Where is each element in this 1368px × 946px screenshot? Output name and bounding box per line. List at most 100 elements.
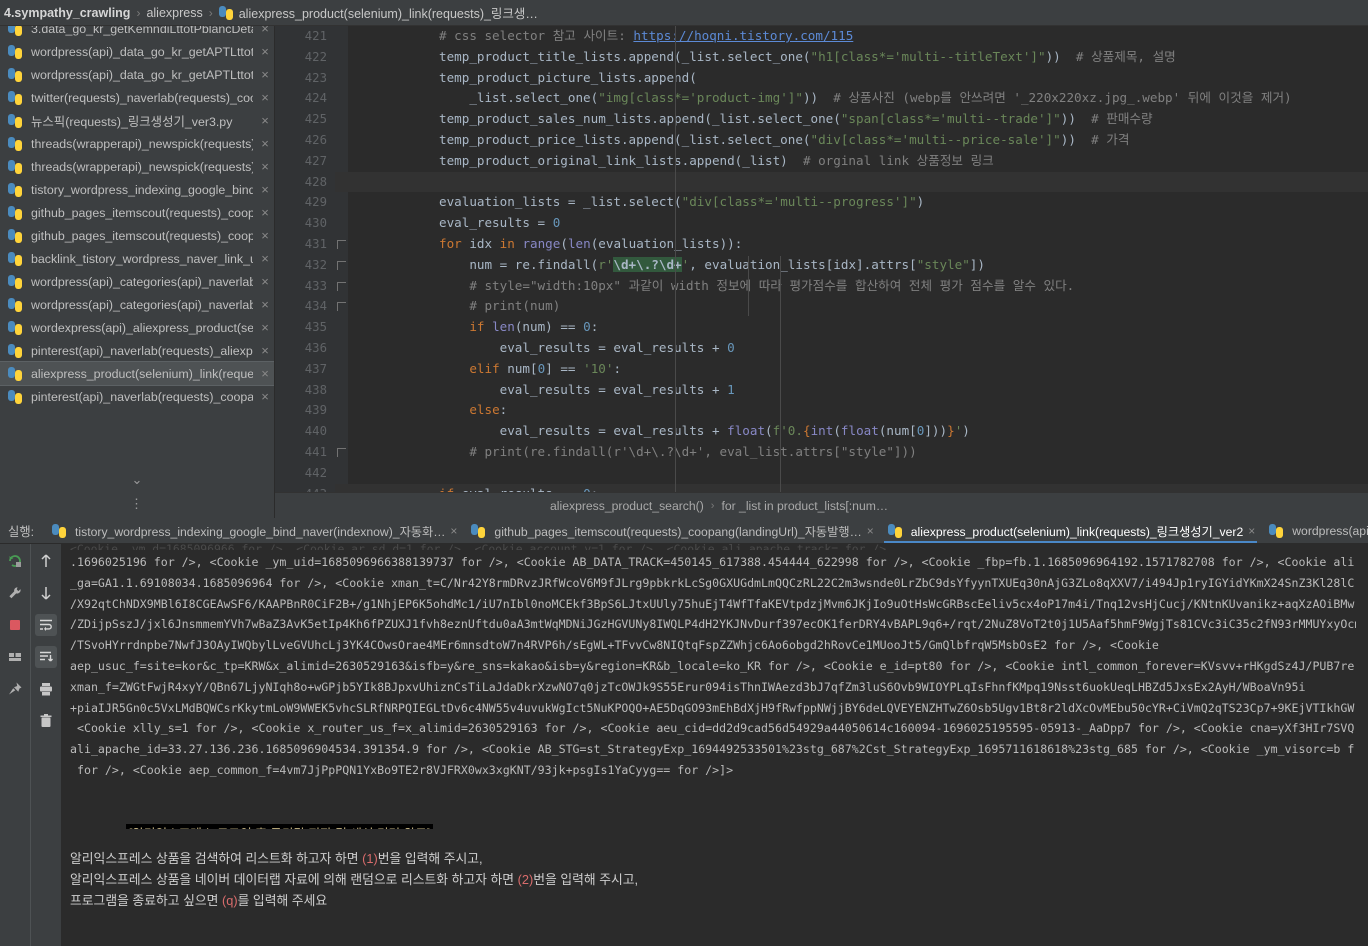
sidebar-file-item[interactable]: 3.data_go_kr_getKemndiLttotPblancDeta × — [0, 26, 274, 40]
breadcrumb-file[interactable]: aliexpress_product(selenium)_link(reques… — [239, 3, 538, 22]
sidebar-overflow-menu-icon[interactable]: ⋮ — [0, 496, 274, 512]
close-icon[interactable]: × — [258, 91, 272, 104]
sidebar-file-item[interactable]: wordpress(api)_categories(api)_naverlab(… — [0, 293, 274, 316]
close-icon[interactable]: × — [258, 160, 272, 173]
close-icon[interactable]: × — [258, 367, 272, 380]
arrow-up-icon[interactable] — [35, 550, 57, 572]
console-output[interactable]: <Cookie _ym_d=1685096966 for />, <Cookie… — [62, 544, 1356, 946]
sidebar-file-item[interactable]: wordexpress(api)_aliexpress_product(sele… — [0, 316, 274, 339]
run-tab[interactable]: wordpress(api) — [1261, 518, 1368, 543]
sidebar-file-item[interactable]: github_pages_itemscout(requests)_coopa × — [0, 224, 274, 247]
close-icon[interactable]: × — [258, 183, 272, 196]
code-editor[interactable]: 421 # css selector 참고 사이트: https://hoqni… — [275, 26, 1368, 492]
sidebar-file-item[interactable]: pinterest(api)_naverlab(requests)_coopan… — [0, 385, 274, 408]
close-icon[interactable]: × — [258, 114, 272, 127]
code-line[interactable]: 433 # style="width:10px" 과같이 width 정보에 따… — [275, 276, 1368, 297]
close-icon[interactable]: × — [258, 26, 272, 35]
close-icon[interactable]: × — [258, 229, 272, 242]
sidebar-file-item[interactable]: 뉴스픽(requests)_링크생성기_ver3.py × — [0, 109, 274, 132]
arrow-down-icon[interactable] — [35, 582, 57, 604]
sidebar-file-item[interactable]: tistory_wordpress_indexing_google_bind_ × — [0, 178, 274, 201]
fold-marker-icon[interactable] — [337, 239, 346, 249]
fold-marker-icon[interactable] — [337, 447, 346, 457]
sidebar-file-item[interactable]: aliexpress_product(selenium)_link(reques… — [0, 361, 274, 386]
close-icon[interactable]: × — [258, 45, 272, 58]
layout-icon[interactable] — [4, 646, 26, 668]
run-toolbar[interactable] — [0, 544, 62, 946]
sidebar-file-item[interactable]: wordpress(api)_categories(api)_naverlab(… — [0, 270, 274, 293]
scroll-to-end-icon[interactable] — [35, 646, 58, 668]
sidebar-file-item[interactable]: wordpress(api)_data_go_kr_getAPTLttotPl × — [0, 63, 274, 86]
sidebar-file-item[interactable]: twitter(requests)_naverlab(requests)_coo… — [0, 86, 274, 109]
breadcrumb-function[interactable]: aliexpress_product_search() — [550, 499, 704, 513]
code-line[interactable]: 429 evaluation_lists = _list.select("div… — [275, 192, 1368, 213]
code-line[interactable]: 443 if eval_results == 0: — [275, 483, 1368, 492]
code-line[interactable]: 436 eval_results = eval_results + 0 — [275, 338, 1368, 359]
code-line[interactable]: 432 num = re.findall(r'\d+\.?\d+', evalu… — [275, 255, 1368, 276]
breadcrumb-folder[interactable]: aliexpress — [146, 6, 202, 20]
code-line[interactable]: 441 # print(re.findall(r'\d+\.?\d+', eva… — [275, 442, 1368, 463]
code-line[interactable]: 437 elif num[0] == '10': — [275, 359, 1368, 380]
close-icon[interactable]: × — [450, 524, 457, 538]
soft-wrap-icon[interactable] — [35, 614, 58, 636]
python-file-icon — [8, 366, 22, 381]
close-icon[interactable]: × — [1248, 524, 1255, 538]
code-line[interactable]: 425 temp_product_sales_num_lists.append(… — [275, 109, 1368, 130]
fold-marker-icon[interactable] — [337, 281, 346, 291]
close-icon[interactable]: × — [258, 298, 272, 311]
wrench-settings-icon[interactable] — [4, 582, 26, 604]
rerun-icon[interactable] — [4, 550, 26, 572]
code-line[interactable]: 430 eval_results = 0 — [275, 213, 1368, 234]
run-tab-bar[interactable]: 실행: tistory_wordpress_indexing_google_bi… — [0, 518, 1368, 544]
close-icon[interactable]: × — [258, 252, 272, 265]
code-line[interactable]: 422 temp_product_title_lists.append(_lis… — [275, 47, 1368, 68]
line-number: 443 — [275, 484, 327, 492]
print-icon[interactable] — [35, 678, 57, 700]
close-icon[interactable]: × — [258, 321, 272, 334]
sidebar-file-item[interactable]: backlink_tistory_wordpress_naver_link_up… — [0, 247, 274, 270]
pin-icon[interactable] — [4, 678, 26, 700]
code-line[interactable]: 438 eval_results = eval_results + 1 — [275, 380, 1368, 401]
close-icon[interactable]: × — [258, 206, 272, 219]
code-line[interactable]: 423 temp_product_picture_lists.append( — [275, 68, 1368, 89]
run-tab[interactable]: tistory_wordpress_indexing_google_bind_n… — [44, 518, 463, 543]
sidebar-file-item[interactable]: threads(wrapperapi)_newspick(requests)_ × — [0, 132, 274, 155]
trash-icon[interactable] — [35, 710, 57, 732]
run-tab[interactable]: github_pages_itemscout(requests)_coopang… — [463, 518, 879, 543]
close-icon[interactable]: × — [258, 390, 272, 403]
fold-marker-icon[interactable] — [337, 302, 346, 312]
code-line[interactable]: 434 # print(num) — [275, 296, 1368, 317]
close-icon[interactable]: × — [258, 137, 272, 150]
code-text: _list.select_one("img[class*='product-im… — [348, 88, 1291, 109]
breadcrumb-project[interactable]: 4.sympathy_crawling — [4, 6, 130, 20]
close-icon[interactable]: × — [258, 275, 272, 288]
code-line[interactable]: 424 _list.select_one("img[class*='produc… — [275, 88, 1368, 109]
code-line[interactable]: 440 eval_results = eval_results + float(… — [275, 421, 1368, 442]
stop-icon[interactable] — [4, 614, 26, 636]
code-editor-panel[interactable]: 421 # css selector 참고 사이트: https://hoqni… — [275, 26, 1368, 518]
fold-marker-icon[interactable] — [337, 260, 346, 270]
code-line[interactable]: 431 for idx in range(len(evaluation_list… — [275, 234, 1368, 255]
sidebar-file-item[interactable]: wordpress(api)_data_go_kr_getAPTLttotPl × — [0, 40, 274, 63]
sidebar-expand-chevron-down-icon[interactable]: ⌄ — [0, 472, 274, 488]
close-icon[interactable]: × — [867, 524, 874, 538]
run-tab[interactable]: aliexpress_product(selenium)_link(reques… — [880, 518, 1261, 543]
run-tool-window[interactable]: 실행: tistory_wordpress_indexing_google_bi… — [0, 518, 1368, 946]
close-icon[interactable]: × — [258, 68, 272, 81]
sidebar-file-item[interactable]: pinterest(api)_naverlab(requests)_aliexp… — [0, 339, 274, 362]
breadcrumb-scope[interactable]: for _list in product_lists[:num… — [721, 499, 888, 513]
open-files-sidebar[interactable]: 3.data_go_kr_getKemndiLttotPblancDeta × wo… — [0, 26, 275, 518]
code-line[interactable]: 426 temp_product_price_lists.append(_lis… — [275, 130, 1368, 151]
sidebar-file-item[interactable]: threads(wrapperapi)_newspick(requests)_ × — [0, 155, 274, 178]
close-icon[interactable]: × — [258, 344, 272, 357]
code-line[interactable]: 442 — [275, 463, 1368, 484]
sidebar-file-item[interactable]: github_pages_itemscout(requests)_coopa × — [0, 201, 274, 224]
code-lines[interactable]: 421 # css selector 참고 사이트: https://hoqni… — [275, 26, 1368, 492]
code-line[interactable]: 428 — [275, 171, 1368, 193]
code-line[interactable]: 435 if len(num) == 0: — [275, 317, 1368, 338]
code-line[interactable]: 427 temp_product_original_link_lists.app… — [275, 151, 1368, 172]
console-clipped-line: <Cookie _ym_d=1685096966 for />, <Cookie… — [62, 544, 1356, 550]
code-line[interactable]: 439 else: — [275, 400, 1368, 421]
prompt-text-post: 번을 입력해 주시고, — [533, 871, 639, 887]
code-line[interactable]: 421 # css selector 참고 사이트: https://hoqni… — [275, 26, 1368, 47]
